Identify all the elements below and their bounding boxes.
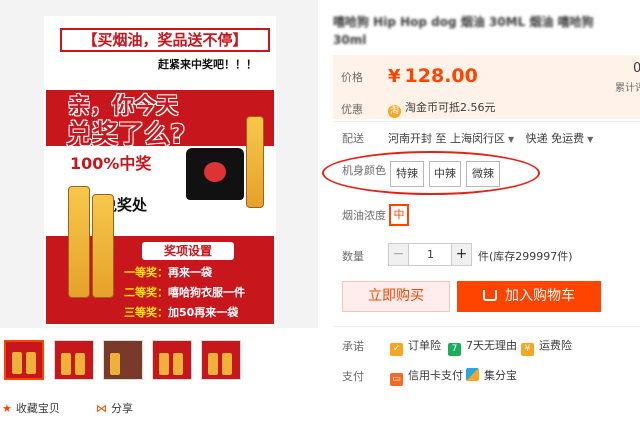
- thumbnail-2[interactable]: [54, 340, 94, 380]
- chevron-down-icon[interactable]: ▼: [508, 135, 514, 144]
- promise-text: 7天无理由: [466, 339, 517, 352]
- review-label: 累计评价: [615, 83, 640, 94]
- poster-percent: 100%中奖: [70, 154, 152, 173]
- stock-info: 件(库存299997件): [478, 250, 573, 263]
- strength-option-medium[interactable]: 中: [389, 204, 409, 226]
- color-option-hot[interactable]: 特辣: [390, 161, 424, 187]
- payment-text: 信用卡支付: [408, 369, 463, 382]
- ship-to-word: 至: [435, 132, 447, 145]
- price-amount: 128.00: [404, 65, 478, 87]
- taojinbi-icon: 淘: [388, 105, 401, 118]
- price-box: 价格 ¥128.00 0 累计评价 优惠 淘淘金币可抵2.56元: [333, 55, 640, 119]
- prize-level: 一等奖：: [124, 266, 168, 279]
- ship-to-selector[interactable]: 上海闵行区: [450, 132, 505, 145]
- quantity-label: 数量: [342, 250, 364, 263]
- strength-label: 烟油浓度: [342, 209, 386, 222]
- bottle-image: [246, 116, 264, 208]
- quantity-input[interactable]: [410, 244, 451, 265]
- promo-text: 淘淘金币可抵2.56元: [388, 99, 496, 118]
- payment-text: 集分宝: [484, 369, 517, 382]
- decrease-button[interactable]: −: [389, 244, 409, 265]
- poster-banner-sub: 赶紧来中奖吧！！！: [158, 58, 257, 71]
- share-button[interactable]: ⋈ 分享: [96, 400, 133, 416]
- prize-level: 二等奖：: [124, 286, 168, 299]
- divider: [333, 326, 640, 327]
- shipping-insurance-icon: ¥: [521, 343, 534, 356]
- promise-text: 运费险: [539, 339, 572, 352]
- bottle-image: [92, 194, 114, 298]
- promise-insurance[interactable]: ✓ 订单险: [390, 337, 441, 356]
- price-value: ¥128.00: [388, 65, 478, 87]
- review-count[interactable]: 0: [633, 61, 640, 76]
- color-label: 机身颜色: [342, 164, 386, 177]
- prize-line: 一等奖：再来一袋: [124, 264, 212, 280]
- bottle-image: [68, 186, 90, 298]
- color-option-medium[interactable]: 中辣: [429, 161, 461, 187]
- share-label: 分享: [111, 402, 133, 415]
- payment-credit-card[interactable]: ▭ 信用卡支付: [390, 367, 463, 386]
- promo-poster: 【买烟油，奖品送不停】 赶紧来中奖吧！！！ 亲，你今天 兑奖了么? 100%中奖…: [44, 16, 276, 326]
- share-bar: ★ 收藏宝贝 ⋈ 分享: [0, 400, 318, 416]
- price-label: 价格: [341, 71, 363, 84]
- prize-title: 奖项设置: [142, 242, 234, 260]
- prize-line: 二等奖：嘻哈狗衣服一件: [124, 284, 245, 300]
- main-product-image[interactable]: 【买烟油，奖品送不停】 赶紧来中奖吧！！！ 亲，你今天 兑奖了么? 100%中奖…: [0, 0, 318, 328]
- promise-7day[interactable]: 7 7天无理由: [448, 337, 517, 356]
- ship-method-selector[interactable]: 快递 免运费: [526, 132, 585, 145]
- buy-now-button[interactable]: 立即购买: [342, 281, 450, 312]
- shield-icon: ✓: [390, 343, 403, 356]
- favorite-label: 收藏宝贝: [15, 402, 60, 415]
- thumbnail-1[interactable]: [4, 340, 44, 380]
- prize-text: 加50再来一袋: [168, 306, 239, 319]
- credit-card-icon: ▭: [390, 373, 403, 386]
- add-to-cart-button[interactable]: 加入购物车: [457, 281, 601, 312]
- payment-jifenbao[interactable]: 集分宝: [466, 367, 517, 383]
- currency-symbol: ¥: [388, 66, 401, 87]
- favorite-button[interactable]: ★ 收藏宝贝: [2, 400, 60, 416]
- product-page: 【买烟油，奖品送不停】 赶紧来中奖吧！！！ 亲，你今天 兑奖了么? 100%中奖…: [0, 0, 640, 427]
- promo-label: 优惠: [341, 103, 363, 116]
- jifenbao-icon: [466, 368, 479, 381]
- promo-value: 淘金币可抵2.56元: [405, 101, 496, 114]
- payment-label: 支付: [342, 370, 364, 383]
- prize-level: 三等奖：: [124, 306, 168, 319]
- thumbnail-3[interactable]: [103, 340, 143, 380]
- prize-text: 嘻哈狗衣服一件: [168, 286, 245, 299]
- product-title: 嘻哈狗 Hip Hop dog 烟油 30ML 烟油 嘻哈狗: [333, 15, 594, 29]
- add-to-cart-label: 加入购物车: [505, 288, 575, 304]
- delivery-info: 河南开封 至 上海闵行区 ▼ 快递 免运费 ▼: [388, 130, 601, 146]
- star-icon: ★: [2, 402, 12, 415]
- thumbnail-4[interactable]: [152, 340, 192, 380]
- thumbnail-5[interactable]: [201, 340, 241, 380]
- quantity-stepper: − +: [388, 243, 472, 266]
- promise-shipping-insurance[interactable]: ¥ 运费险: [521, 337, 572, 356]
- seven-day-icon: 7: [448, 343, 461, 356]
- prize-text: 再来一袋: [168, 266, 212, 279]
- promise-label: 承诺: [342, 340, 364, 353]
- cart-icon: [483, 290, 497, 301]
- tshirt-image: [186, 148, 244, 200]
- promise-text: 订单险: [408, 339, 441, 352]
- chevron-down-icon[interactable]: ▼: [587, 135, 593, 144]
- share-icon: ⋈: [96, 402, 107, 415]
- ship-from: 河南开封: [388, 132, 432, 145]
- prize-line: 三等奖：加50再来一袋: [124, 304, 238, 320]
- poster-banner: 【买烟油，奖品送不停】: [60, 28, 270, 52]
- product-title-line2: 30ml: [333, 33, 367, 47]
- increase-button[interactable]: +: [451, 244, 471, 265]
- divider: [333, 121, 640, 122]
- color-option-mild[interactable]: 微辣: [466, 161, 500, 187]
- delivery-label: 配送: [342, 132, 364, 145]
